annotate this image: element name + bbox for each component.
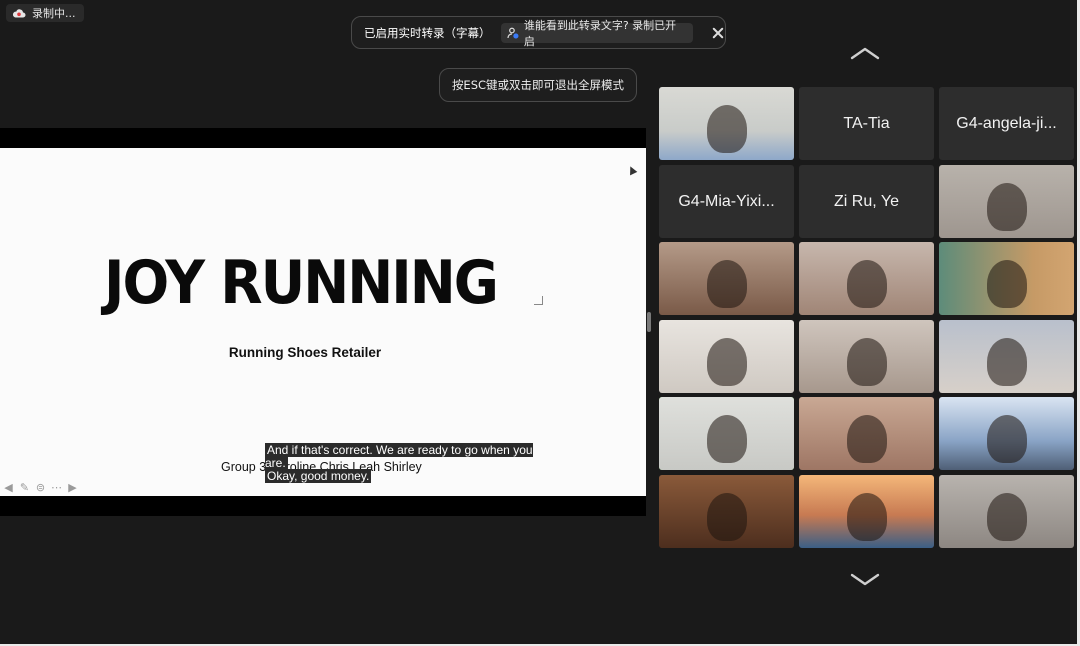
resize-grip-icon: [534, 296, 543, 305]
caption-line-2: Okay, good money.: [265, 469, 372, 483]
caption-line-1: And if that's correct. We are ready to g…: [265, 443, 533, 470]
panel-resize-handle[interactable]: [647, 312, 651, 332]
slide-nav-tools: ◀ ✎ ⊜ ⋯ ▶: [2, 482, 79, 494]
slide-subtitle: Running Shoes Retailer: [228, 345, 382, 360]
participant-video: [799, 320, 934, 393]
participant-tile[interactable]: [939, 475, 1074, 548]
participant-tile[interactable]: [939, 165, 1074, 238]
participant-video: [659, 242, 794, 315]
slide-title: JOY RUNNING: [104, 247, 499, 317]
chevron-up-icon: [850, 47, 880, 60]
participant-tile[interactable]: [799, 320, 934, 393]
participant-video: [659, 87, 794, 160]
participant-tile[interactable]: [799, 242, 934, 315]
participant-video: [939, 475, 1074, 548]
participant-video: [659, 320, 794, 393]
person-info-icon: [507, 27, 519, 39]
slides-icon[interactable]: ⊜: [34, 482, 47, 494]
mouse-cursor-icon: [626, 164, 638, 176]
participant-tile[interactable]: [659, 320, 794, 393]
participant-tile[interactable]: Zi Ru, Ye: [799, 165, 934, 238]
participant-tile[interactable]: [799, 397, 934, 470]
transcript-status-text: 已启用实时转录（字幕）: [364, 25, 491, 40]
participant-name: Zi Ru, Ye: [834, 192, 899, 210]
participant-name: G4-Mia-Yixi...: [678, 192, 775, 210]
participant-tile[interactable]: [939, 242, 1074, 315]
participant-video: [939, 320, 1074, 393]
participant-silhouette: [987, 183, 1027, 231]
fullscreen-hint-text: 按ESC键或双击即可退出全屏模式: [451, 78, 625, 92]
participant-tile[interactable]: G4-Mia-Yixi...: [659, 165, 794, 238]
participant-tile[interactable]: [659, 242, 794, 315]
pen-icon[interactable]: ✎: [18, 482, 31, 494]
participant-tile[interactable]: [799, 475, 934, 548]
live-transcript-banner: 已启用实时转录（字幕） 谁能看到此转录文字? 录制已开启: [351, 16, 726, 49]
participant-tile[interactable]: TA-Tia: [799, 87, 934, 160]
participant-silhouette: [847, 493, 887, 541]
prev-arrow-icon[interactable]: ◀: [2, 482, 15, 494]
recording-indicator[interactable]: 录制中...: [6, 4, 84, 22]
presentation-slide: JOY RUNNING Running Shoes Retailer Group…: [0, 148, 646, 496]
participant-video: [939, 165, 1074, 238]
participant-silhouette: [707, 493, 747, 541]
participant-video: [659, 397, 794, 470]
participant-name: TA-Tia: [843, 114, 890, 132]
participant-silhouette: [707, 415, 747, 463]
participant-video: [659, 475, 794, 548]
participant-video: [939, 242, 1074, 315]
participant-silhouette: [707, 260, 747, 308]
participant-tile[interactable]: [659, 87, 794, 160]
fullscreen-exit-hint: 按ESC键或双击即可退出全屏模式: [439, 68, 637, 102]
participant-tile[interactable]: [939, 397, 1074, 470]
participant-silhouette: [987, 415, 1027, 463]
participant-silhouette: [987, 338, 1027, 386]
participant-silhouette: [987, 493, 1027, 541]
participant-silhouette: [707, 105, 747, 153]
participant-silhouette: [987, 260, 1027, 308]
cloud-record-icon: [12, 9, 26, 18]
participant-video: [799, 242, 934, 315]
who-can-see-label: 谁能看到此转录文字? 录制已开启: [523, 18, 677, 48]
participant-tile[interactable]: [659, 397, 794, 470]
shared-screen[interactable]: JOY RUNNING Running Shoes Retailer Group…: [0, 128, 646, 516]
recording-label: 录制中...: [32, 7, 76, 20]
participant-silhouette: [847, 415, 887, 463]
participant-tile[interactable]: G4-angela-ji...: [939, 87, 1074, 160]
participant-name: G4-angela-ji...: [956, 114, 1057, 132]
chevron-down-icon: [850, 573, 880, 586]
live-caption: And if that's correct. We are ready to g…: [265, 443, 545, 483]
participant-tile[interactable]: [659, 475, 794, 548]
participant-tile[interactable]: [939, 320, 1074, 393]
participant-silhouette: [847, 260, 887, 308]
next-arrow-icon[interactable]: ▶: [66, 482, 79, 494]
participant-video: [939, 397, 1074, 470]
participant-silhouette: [707, 338, 747, 386]
scroll-up-button[interactable]: [850, 46, 880, 60]
scroll-down-button[interactable]: [850, 572, 880, 586]
who-can-see-button[interactable]: 谁能看到此转录文字? 录制已开启: [500, 19, 694, 48]
close-icon[interactable]: [711, 26, 725, 40]
participant-silhouette: [847, 338, 887, 386]
participant-video: [799, 397, 934, 470]
more-icon[interactable]: ⋯: [50, 482, 63, 494]
participant-video: [799, 475, 934, 548]
